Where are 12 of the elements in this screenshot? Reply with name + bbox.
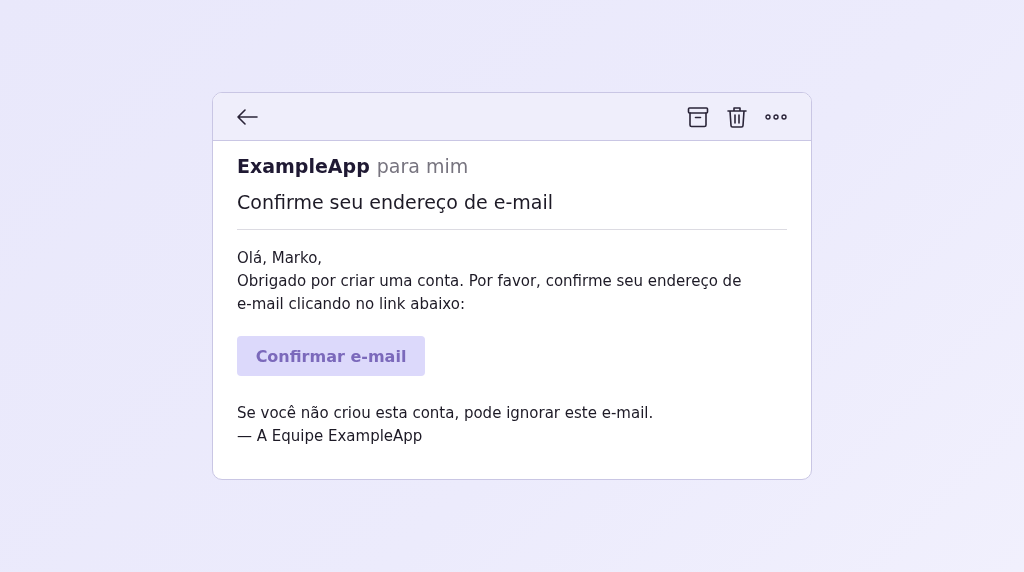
signature: — A Equipe ExampleApp <box>237 426 424 447</box>
archive-icon[interactable] <box>687 105 709 128</box>
note-text: Se você não criou esta conta, pode ignorar este e-mail. <box>237 403 655 424</box>
recipient-label: para mim <box>376 155 469 177</box>
confirm-email-button[interactable]: Confirmar e-mail <box>237 336 425 376</box>
trash-icon[interactable] <box>727 105 747 128</box>
greeting: Olá, Marko, <box>237 248 324 269</box>
sender-name: ExampleApp <box>237 155 370 177</box>
message-text: Obrigado por criar uma conta. Por favor, confirme seu endereço de e-mail clicando no link abaixo: <box>237 271 743 315</box>
email-subject: Confirme seu endereço de e-mail <box>237 191 554 213</box>
more-icon[interactable] <box>765 113 787 120</box>
back-arrow-icon[interactable] <box>236 108 258 125</box>
